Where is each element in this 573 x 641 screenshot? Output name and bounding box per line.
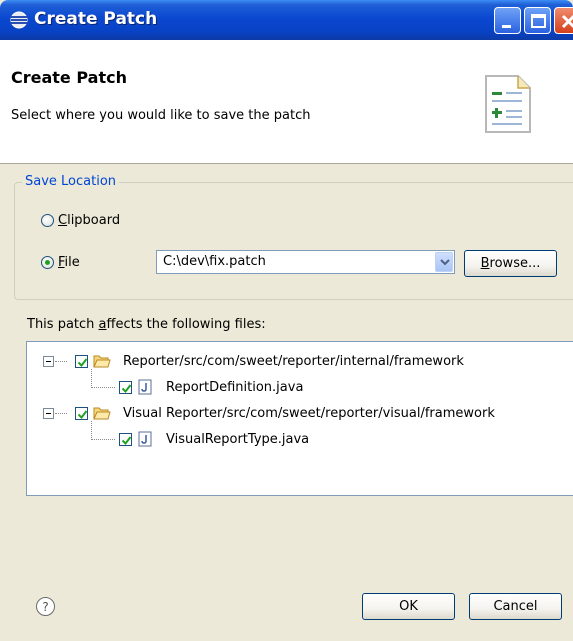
folder-path: Reporter/src/com/sweet/reporter/internal… bbox=[123, 353, 464, 369]
tree-item-file[interactable]: VisualReportType.java bbox=[119, 428, 309, 450]
create-patch-dialog: Create Patch Create Patch Select where y… bbox=[0, 0, 573, 641]
tree-item-folder[interactable]: Visual Reporter/src/com/sweet/reporter/v… bbox=[43, 402, 495, 424]
file-checkbox[interactable] bbox=[119, 380, 132, 394]
file-path-dropdown-button[interactable] bbox=[435, 252, 453, 272]
affected-files-tree[interactable]: Reporter/src/com/sweet/reporter/internal… bbox=[26, 341, 573, 496]
browse-label: Browse... bbox=[480, 256, 541, 271]
eclipse-window-icon[interactable] bbox=[10, 11, 28, 29]
wizard-header: Create Patch Select where you would like… bbox=[0, 40, 573, 164]
tree-item-file[interactable]: ReportDefinition.java bbox=[119, 376, 303, 398]
close-button[interactable] bbox=[554, 7, 573, 34]
close-icon bbox=[561, 14, 573, 29]
patch-file-icon bbox=[485, 75, 531, 133]
java-file-icon bbox=[138, 431, 152, 447]
chevron-down-icon bbox=[440, 259, 450, 266]
page-description: Select where you would like to save the … bbox=[11, 108, 311, 123]
title-bar[interactable]: Create Patch bbox=[0, 0, 573, 40]
cancel-button[interactable]: Cancel bbox=[469, 593, 562, 620]
clipboard-radio[interactable] bbox=[41, 214, 54, 227]
file-checkbox[interactable] bbox=[119, 432, 132, 446]
help-icon[interactable]: ? bbox=[36, 597, 55, 616]
folder-checkbox[interactable] bbox=[75, 406, 88, 420]
folder-icon bbox=[93, 355, 111, 368]
clipboard-label[interactable]: Clipboard bbox=[58, 213, 120, 228]
tree-connector bbox=[91, 387, 115, 388]
save-location-legend: Save Location bbox=[22, 174, 120, 189]
tree-item-folder[interactable]: Reporter/src/com/sweet/reporter/internal… bbox=[43, 350, 464, 372]
file-path-value[interactable]: C:\dev\fix.patch bbox=[163, 254, 266, 269]
browse-button[interactable]: Browse... bbox=[464, 250, 557, 277]
file-name: VisualReportType.java bbox=[166, 431, 310, 447]
save-location-group bbox=[14, 182, 573, 300]
file-radio[interactable] bbox=[41, 256, 54, 269]
file-option[interactable]: File bbox=[41, 255, 80, 270]
folder-checkbox[interactable] bbox=[75, 354, 88, 368]
file-path-combo[interactable]: C:\dev\fix.patch bbox=[156, 250, 455, 274]
folder-icon bbox=[93, 407, 111, 420]
file-label[interactable]: File bbox=[58, 255, 80, 270]
tree-connector bbox=[91, 439, 115, 440]
collapse-icon[interactable] bbox=[43, 407, 54, 419]
clipboard-option[interactable]: Clipboard bbox=[41, 213, 120, 228]
checkmark-icon bbox=[77, 357, 88, 367]
cancel-label: Cancel bbox=[493, 599, 538, 614]
file-name: ReportDefinition.java bbox=[166, 379, 304, 395]
minimize-button[interactable] bbox=[494, 7, 521, 34]
folder-path: Visual Reporter/src/com/sweet/reporter/v… bbox=[123, 405, 495, 421]
maximize-button[interactable] bbox=[524, 7, 551, 34]
maximize-icon bbox=[531, 14, 546, 28]
checkmark-icon bbox=[77, 409, 88, 419]
affected-files-label: This patch affects the following files: bbox=[27, 317, 266, 332]
minimize-icon bbox=[502, 25, 511, 28]
ok-button[interactable]: OK bbox=[362, 593, 455, 620]
java-file-icon bbox=[138, 379, 152, 395]
window-title: Create Patch bbox=[34, 9, 158, 29]
collapse-icon[interactable] bbox=[43, 355, 54, 367]
checkmark-icon bbox=[121, 383, 132, 393]
ok-label: OK bbox=[399, 599, 418, 614]
page-title: Create Patch bbox=[11, 68, 127, 87]
checkmark-icon bbox=[121, 435, 132, 445]
